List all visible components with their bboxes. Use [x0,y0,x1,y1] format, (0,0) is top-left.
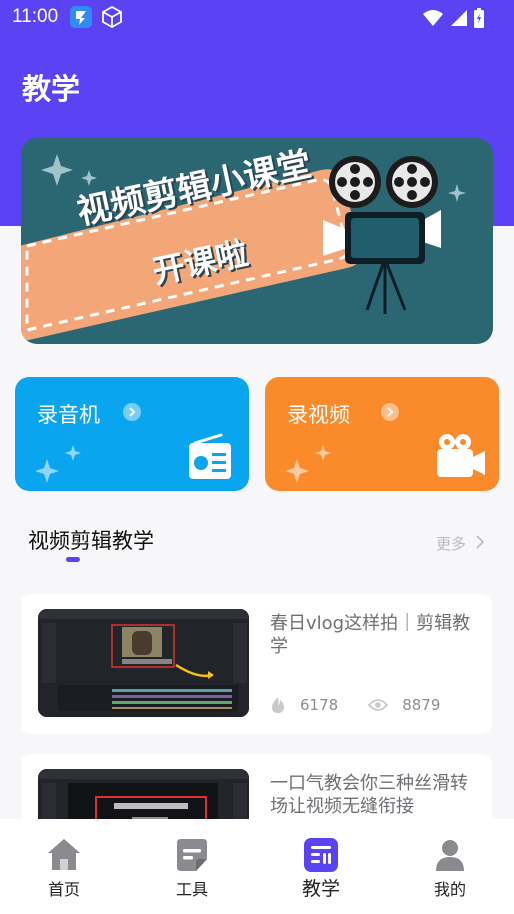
app-notification-icon [70,6,92,28]
view-count: 8879 [402,696,441,714]
nav-tools[interactable]: 工具 [128,819,256,914]
audio-recorder-card[interactable]: 录音机 [15,377,249,491]
more-label: 更多 [436,535,467,553]
chevron-right-icon [476,534,485,553]
radio-icon [187,433,233,485]
profile-icon [432,837,468,873]
page-title: 教学 [22,72,81,106]
nav-profile-label: 我的 [433,880,466,899]
video-list-item[interactable]: 春日vlog这样拍｜剪辑教学 6178 8879 [21,594,492,734]
nav-home-label: 首页 [47,880,80,899]
eye-icon [368,698,389,712]
nav-profile[interactable]: 我的 [386,819,514,914]
bottom-navigation: 首页 工具 教学 我的 [0,819,514,914]
chevron-right-icon [381,403,399,421]
nav-home[interactable]: 首页 [0,819,128,914]
signal-icon [450,9,468,31]
video-recorder-card[interactable]: 录视频 [265,377,499,491]
section-title: 视频剪辑教学 [28,529,154,553]
status-bar: 11:00 [0,0,514,36]
video-camera-icon [435,433,487,483]
video-recorder-label: 录视频 [287,403,350,427]
cube-icon [100,5,124,33]
tutorial-icon [303,837,339,873]
wifi-icon [422,9,444,31]
nav-tutorial-label: 教学 [301,878,340,900]
status-time: 11:00 [12,6,59,27]
section-title-indicator [66,557,80,562]
sparkle-icon [35,445,91,491]
flame-icon [270,696,286,714]
battery-icon [474,8,484,32]
chevron-right-icon [123,403,141,421]
tools-icon [174,837,210,873]
video-title: 一口气教会你三种丝滑转场让视频无缝衔接 [270,773,468,817]
video-thumbnail [38,609,249,717]
sparkle-icon [285,445,341,491]
video-stats: 6178 8879 [270,696,470,714]
audio-recorder-label: 录音机 [37,403,100,427]
home-icon [46,837,82,873]
nav-tutorial[interactable]: 教学 [257,819,385,914]
like-count: 6178 [300,696,339,714]
nav-tools-label: 工具 [175,880,208,899]
status-icons [422,8,484,32]
more-link[interactable]: 更多 [436,533,485,554]
video-title: 春日vlog这样拍｜剪辑教学 [270,613,471,657]
